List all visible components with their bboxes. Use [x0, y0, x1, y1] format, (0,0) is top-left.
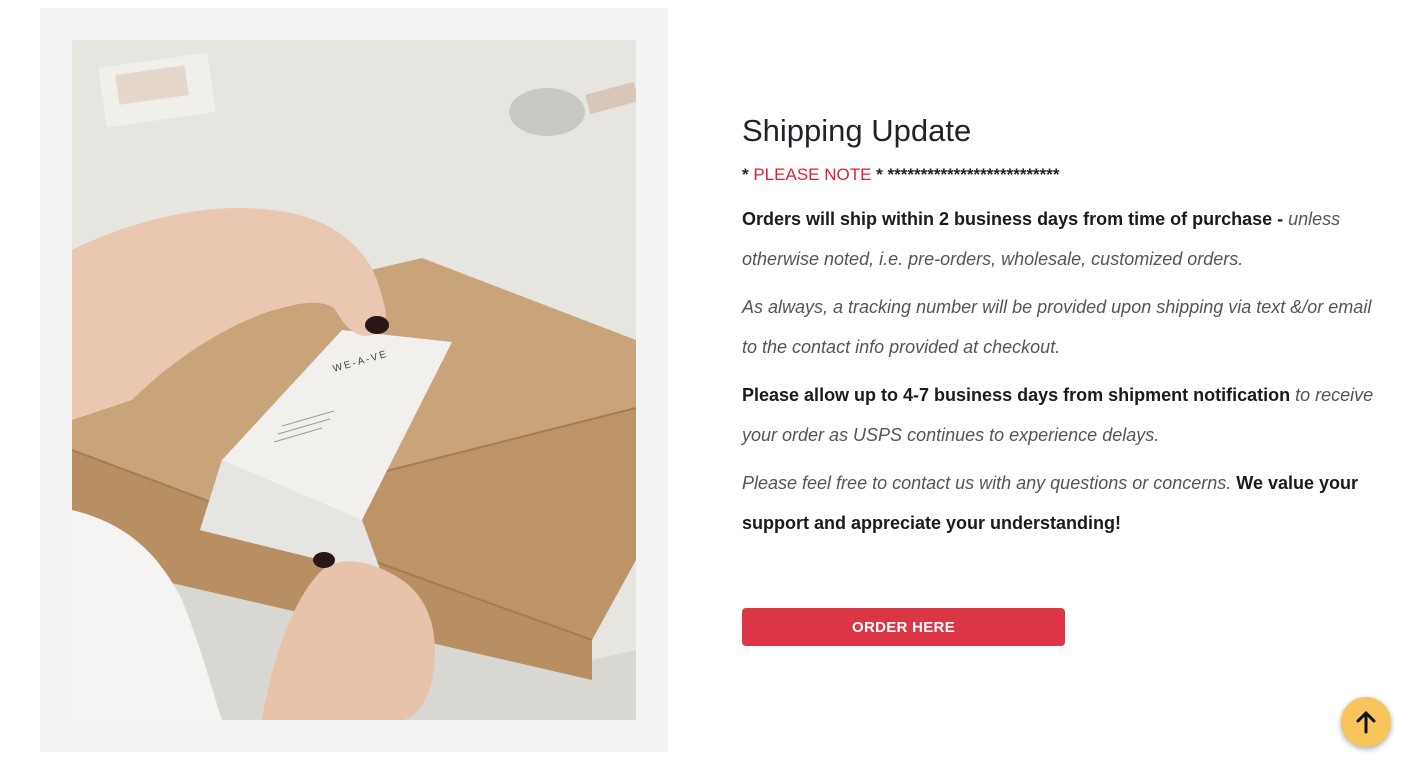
contact-italic: Please feel free to contact us with any …: [742, 473, 1237, 494]
delivery-time-bold: Please allow up to 4-7 business days fro…: [742, 385, 1296, 406]
contact-paragraph: Please feel free to contact us with any …: [742, 463, 1382, 543]
shipping-time-paragraph: Orders will ship within 2 business days …: [742, 199, 1382, 279]
tracking-italic: As always, a tracking number will be pro…: [742, 297, 1372, 358]
delivery-time-paragraph: Please allow up to 4-7 business days fro…: [742, 375, 1382, 455]
shipping-info: Shipping Update * PLEASE NOTE * ********…: [742, 112, 1382, 551]
please-note-line: * PLEASE NOTE * ************************…: [742, 163, 1382, 187]
scroll-to-top-button[interactable]: [1341, 697, 1391, 747]
arrow-up-icon: [1356, 711, 1376, 734]
shipping-time-bold: Orders will ship within 2 business days …: [742, 209, 1289, 230]
note-suffix: * **************************: [871, 165, 1060, 185]
order-here-button[interactable]: ORDER HERE: [742, 608, 1065, 646]
image-panel: WE-A-VE: [40, 8, 668, 752]
product-photo: WE-A-VE: [72, 40, 636, 720]
page: WE-A-VE Shipping Update * PLEASE NOTE * …: [0, 0, 1420, 768]
please-note-highlight: PLEASE NOTE: [753, 165, 872, 185]
page-title: Shipping Update: [742, 113, 972, 148]
note-prefix: *: [742, 165, 754, 185]
tracking-paragraph: As always, a tracking number will be pro…: [742, 287, 1382, 367]
